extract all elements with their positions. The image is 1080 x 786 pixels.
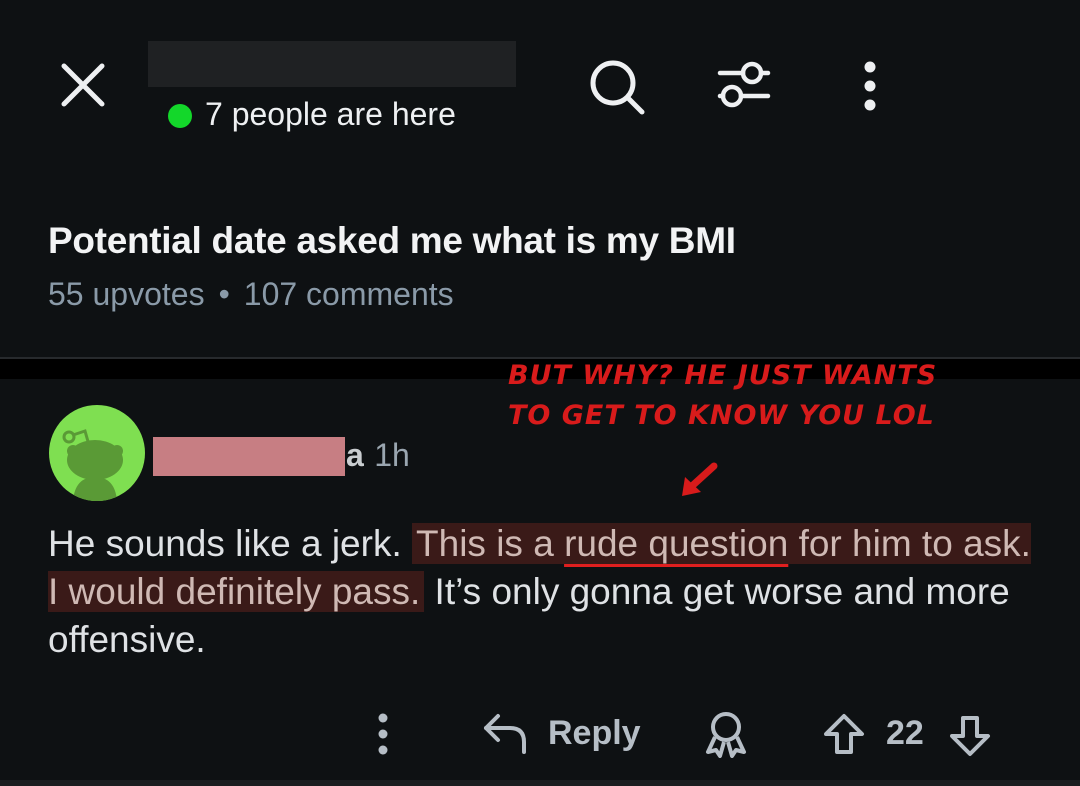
- annotation-line-1: BUT WHY? HE JUST WANTS: [508, 360, 938, 391]
- annotation-arrow-icon: [682, 462, 718, 496]
- comment-age: 1h: [374, 437, 410, 473]
- upvote-count: 55 upvotes: [48, 276, 205, 312]
- close-button[interactable]: [60, 62, 106, 108]
- more-options-button[interactable]: [860, 60, 880, 112]
- avatar[interactable]: [49, 405, 145, 501]
- vote-count: 22: [886, 714, 924, 752]
- search-icon: [590, 60, 645, 115]
- award-button[interactable]: [702, 710, 750, 758]
- more-vertical-icon: [864, 61, 876, 111]
- upvote-arrow-icon: [824, 714, 864, 754]
- upvote-button[interactable]: [822, 712, 866, 756]
- comment-text-highlight-1: This is a: [416, 523, 554, 564]
- downvote-arrow-icon: [950, 716, 990, 756]
- comment-text-underlined: rude question: [564, 523, 789, 564]
- reply-label[interactable]: Reply: [548, 714, 641, 753]
- post-meta: 55 upvotes • 107 comments: [48, 276, 454, 313]
- comment-text-plain-1: He sounds like a jerk.: [48, 523, 402, 564]
- more-vertical-icon: [378, 713, 388, 755]
- subreddit-name-redacted: [148, 41, 516, 87]
- search-button[interactable]: [588, 58, 648, 118]
- annotation-line-2: TO GET TO KNOW YOU LOL: [508, 400, 935, 431]
- downvote-button[interactable]: [948, 714, 992, 758]
- filter-icon: [717, 61, 771, 108]
- comment-byline: a 1h: [346, 437, 410, 474]
- annotation-text: BUT WHY? HE JUST WANTS TO GET TO KNOW YO…: [508, 356, 937, 436]
- close-icon: [61, 63, 105, 107]
- comment-more-button[interactable]: [374, 712, 392, 756]
- filter-button[interactable]: [716, 60, 772, 110]
- comment-body: He sounds like a jerk. This is a rude qu…: [48, 520, 1048, 664]
- reply-arrow-icon: [484, 714, 526, 754]
- comment-count: 107 comments: [243, 276, 454, 312]
- username-tail[interactable]: a: [346, 437, 364, 473]
- snoo-avatar-icon: [62, 429, 123, 501]
- username-redacted[interactable]: [153, 437, 345, 476]
- bottom-edge: [0, 780, 1080, 786]
- reply-button[interactable]: Reply: [482, 712, 641, 754]
- post-title[interactable]: Potential date asked me what is my BMI: [48, 220, 736, 262]
- award-icon: [706, 712, 746, 758]
- online-status: 7 people are here: [205, 96, 456, 132]
- meta-separator: •: [218, 276, 230, 312]
- online-indicator: [168, 104, 192, 128]
